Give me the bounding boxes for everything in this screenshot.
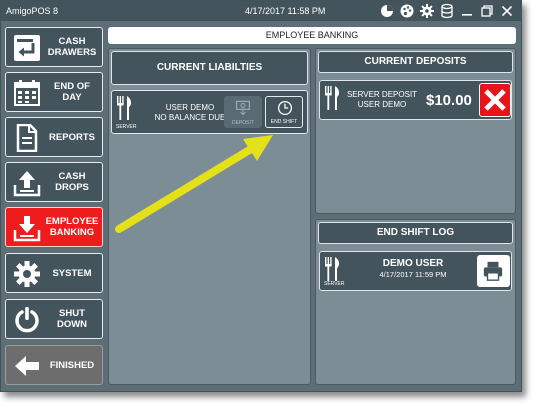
title-bar: AmigoPOS 8 4/17/2017 11:58 PM [1, 1, 521, 21]
liabilities-title: CURRENT LIABILTIES [111, 51, 308, 85]
nav-label: FINISHED [49, 359, 95, 371]
deposits-panel: CURRENT DEPOSITS SERVER DEPOSIT USER DEM… [315, 48, 516, 214]
calendar-icon [14, 80, 40, 106]
report-icon [16, 124, 38, 152]
shift-log-title: END SHIFT LOG [318, 222, 513, 244]
nav-shut-down-button[interactable]: SHUT DOWN [5, 299, 103, 339]
shift-log-card[interactable]: SERVER DEMO USER 4/17/2017 11:59 PM [319, 251, 512, 291]
liability-card[interactable]: SERVER USER DEMO NO BALANCE DUE DEPOSIT … [111, 90, 308, 134]
printer-icon [483, 261, 503, 281]
nav-label: END OF DAY [54, 81, 90, 103]
nav-employee-banking-button[interactable]: EMPLOYEE BANKING [5, 207, 103, 247]
shift-log-panel: END SHIFT LOG SERVER DEMO USER 4/17/2017… [315, 219, 516, 385]
nav-reports-button[interactable]: REPORTS [5, 117, 103, 157]
liabilities-panel: CURRENT LIABILTIES SERVER USER DEMO NO B… [108, 48, 311, 385]
database-icon[interactable] [439, 3, 455, 19]
fork-knife-icon [325, 257, 340, 281]
cash-drawer-icon [14, 35, 40, 61]
chart-icon[interactable] [379, 3, 395, 19]
minimize-icon[interactable] [459, 3, 475, 19]
page-title: EMPLOYEE BANKING [108, 27, 516, 44]
log-employee-name: DEMO USER [382, 258, 444, 269]
restore-icon[interactable] [479, 3, 495, 19]
nav-cash-drops-button[interactable]: CASH DROPS [5, 162, 103, 202]
nav-cash-drawers-button[interactable]: CASH DRAWERS [5, 27, 103, 67]
deposit-type: SERVER DEPOSIT [346, 90, 418, 99]
nav-label: REPORTS [49, 131, 95, 143]
arrow-left-icon [15, 356, 39, 376]
deposit-label: DEPOSIT [232, 120, 254, 126]
app-window: AmigoPOS 8 4/17/2017 11:58 PM CASH DRAWE… [0, 0, 522, 392]
palette-icon[interactable] [399, 3, 415, 19]
app-title: AmigoPOS 8 [6, 6, 59, 16]
nav-label: EMPLOYEE BANKING [45, 216, 99, 238]
gear-icon [14, 261, 40, 287]
deposit-amount: $10.00 [426, 92, 472, 109]
nav-end-of-day-button[interactable]: END OF DAY [5, 72, 103, 112]
server-label: SERVER [324, 281, 345, 287]
nav-system-button[interactable]: SYSTEM [5, 253, 103, 293]
nav-label: SHUT DOWN [56, 308, 88, 330]
server-label: SERVER [116, 124, 137, 130]
deposit-card[interactable]: SERVER DEPOSIT USER DEMO $10.00 [319, 80, 512, 120]
end-shift-button[interactable]: END SHIFT [265, 96, 303, 128]
nav-label: SYSTEM [52, 267, 92, 279]
upload-icon [13, 171, 41, 197]
fork-knife-icon [325, 86, 340, 110]
close-icon[interactable] [499, 3, 515, 19]
deposit-button[interactable]: DEPOSIT [224, 96, 262, 128]
nav-finished-button[interactable]: FINISHED [5, 345, 103, 385]
deposit-cash-icon [235, 100, 251, 115]
title-datetime: 4/17/2017 11:58 PM [245, 6, 326, 16]
power-icon [15, 307, 39, 333]
clock-icon [277, 100, 293, 116]
end-shift-label: END SHIFT [270, 119, 298, 125]
settings-icon[interactable] [419, 3, 435, 19]
print-button[interactable] [477, 255, 510, 287]
deposits-title: CURRENT DEPOSITS [318, 51, 513, 73]
nav-label: CASH DRAWERS [47, 36, 97, 58]
delete-deposit-button[interactable] [479, 83, 511, 117]
fork-knife-icon [117, 96, 132, 120]
log-datetime: 4/17/2017 11:59 PM [379, 270, 447, 279]
x-icon [484, 89, 506, 111]
download-icon [13, 216, 41, 242]
deposit-employee: USER DEMO [357, 100, 407, 109]
nav-label: CASH DROPS [55, 171, 89, 193]
